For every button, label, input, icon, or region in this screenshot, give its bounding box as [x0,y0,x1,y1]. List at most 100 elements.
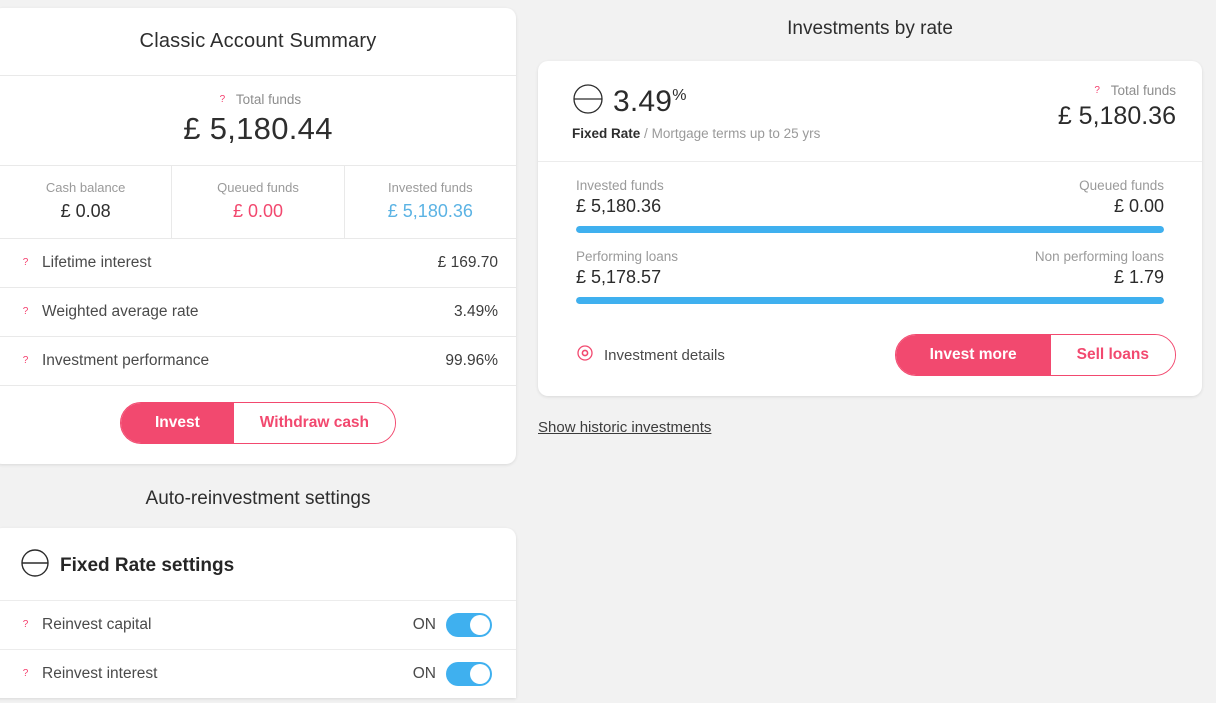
eye-icon [576,344,594,366]
row-label: Weighted average rate [42,303,199,320]
bar-values: £ 5,180.36 £ 0.00 [576,196,1164,217]
row-value: 3.49% [454,303,498,320]
column-label: Cash balance [45,180,126,195]
investment-bars: Invested funds Queued funds £ 5,180.36 £… [538,162,1202,326]
bar-left-label: Invested funds [576,178,664,193]
row-investment-performance: ? Investment performance 99.96% [0,337,516,386]
toggle-row-reinvest-interest: ? Reinvest interest ON [0,649,516,698]
column-value: £ 0.08 [60,201,111,221]
question-circle-icon[interactable]: ? [18,305,33,320]
balance-columns: Cash balance £ 0.08 Queued funds £ 0.00 … [0,166,516,239]
column-value: £ 0.00 [232,201,284,221]
reinvest-capital-toggle[interactable] [446,613,492,637]
toggle-label: Reinvest capital [42,616,152,633]
column-cash-balance: Cash balance £ 0.08 [0,166,171,238]
question-circle-icon[interactable]: ? [215,92,230,107]
bar-block-performing-loans: Performing loans Non performing loans £ … [576,249,1164,304]
classic-account-summary-card: Classic Account Summary ? Total funds £ … [0,8,516,464]
investments-by-rate-title: Investments by rate [787,18,953,39]
rate-card-actions: Investment details Invest more Sell loan… [538,326,1202,396]
summary-actions: Invest Withdraw cash [0,386,516,464]
question-circle-icon[interactable]: ? [18,667,33,682]
row-value: £ 169.70 [437,254,498,271]
invest-more-button[interactable]: Invest more [895,335,1051,375]
fixed-rate-settings-label: Fixed Rate settings [60,555,235,576]
bar-left-value: £ 5,180.36 [576,196,662,216]
column-queued-funds: Queued funds £ 0.00 [171,166,343,238]
row-label: Lifetime interest [42,254,152,271]
question-circle-icon[interactable]: ? [18,256,33,271]
question-circle-icon[interactable]: ? [1090,83,1105,98]
product-terms: Mortgage terms up to 25 yrs [651,126,821,141]
rate-card-header: 3.49% Fixed Rate / Mortgage terms up to … [538,61,1202,162]
fixed-rate-settings-header: Fixed Rate settings [0,528,516,600]
bar-values: £ 5,178.57 £ 1.79 [576,267,1164,288]
total-funds-value: £ 5,180.36 [1057,102,1176,130]
bar-block-invested-queued: Invested funds Queued funds £ 5,180.36 £… [576,178,1164,233]
circle-line-icon [572,83,604,120]
right-column: Investments by rate 3.49% Fixed Rate / M… [538,18,1202,437]
bar-right-label: Non performing loans [1034,249,1164,264]
toggle-control-group: ON [413,662,492,686]
fixed-rate-settings-card: Fixed Rate settings ? Reinvest capital O… [0,528,516,698]
toggle-state-label: ON [412,665,436,682]
invest-sell-button-group: Invest more Sell loans [894,334,1176,376]
row-weighted-average-rate: ? Weighted average rate 3.49% [0,288,516,337]
investments-by-rate-card: 3.49% Fixed Rate / Mortgage terms up to … [538,61,1202,396]
auto-reinvestment-section: Auto-reinvestment settings Fixed Rate se… [0,488,516,698]
withdraw-cash-button[interactable]: Withdraw cash [233,403,396,443]
progress-fill [576,226,1164,233]
row-label-group: ? Lifetime interest [18,254,152,272]
bar-right-label: Queued funds [1079,178,1164,193]
page-title: Classic Account Summary [0,8,516,76]
sell-loans-button[interactable]: Sell loans [1050,335,1175,375]
row-lifetime-interest: ? Lifetime interest £ 169.70 [0,239,516,288]
toggle-label-group: ? Reinvest interest [18,665,158,683]
progress-fill [576,297,1164,304]
product-separator: / [644,126,648,141]
row-label: Investment performance [42,352,210,369]
column-label: Invested funds [388,180,473,195]
rate-product-block: 3.49% Fixed Rate / Mortgage terms up to … [572,83,820,141]
reinvest-interest-toggle[interactable] [446,662,492,686]
total-funds-block: ? Total funds £ 5,180.44 [0,76,516,166]
bar-labels: Invested funds Queued funds [576,178,1164,193]
toggle-knob [470,664,490,684]
circle-line-icon [20,548,50,584]
bar-labels: Performing loans Non performing loans [576,249,1164,264]
progress-track [576,297,1164,304]
show-historic-investments-link[interactable]: Show historic investments [538,419,711,436]
column-invested-funds: Invested funds £ 5,180.36 [343,166,516,238]
question-circle-icon[interactable]: ? [18,354,33,369]
toggle-state-label: ON [412,616,436,633]
rate-total-funds-block: ? Total funds £ 5,180.36 [1058,83,1176,131]
toggle-knob [470,615,490,635]
rate-percentage-unit: % [672,86,687,104]
toggle-row-reinvest-capital: ? Reinvest capital ON [0,600,516,649]
bar-right-value: £ 1.79 [1113,267,1164,287]
toggle-label-group: ? Reinvest capital [18,616,152,634]
page-root: Classic Account Summary ? Total funds £ … [0,0,1216,703]
bar-right-value: £ 0.00 [1113,196,1164,216]
rate-percentage-number: 3.49 [613,84,673,118]
row-value: 99.96% [445,352,498,369]
rate-value-row: 3.49% [572,83,820,120]
product-name: Fixed Rate [572,126,641,141]
row-label-group: ? Weighted average rate [18,303,199,321]
row-label-group: ? Investment performance [18,352,209,370]
question-circle-icon[interactable]: ? [18,618,33,633]
rate-percentage: 3.49% [613,85,687,119]
invest-withdraw-button-group: Invest Withdraw cash [119,402,397,444]
rate-product-description: Fixed Rate / Mortgage terms up to 25 yrs [572,126,820,141]
auto-reinvestment-title: Auto-reinvestment settings [145,488,371,509]
total-funds-label-row: ? Total funds [1058,83,1176,98]
total-funds-label-row: ? Total funds [0,92,516,107]
bar-left-value: £ 5,178.57 [576,267,662,287]
invest-button[interactable]: Invest [120,403,234,443]
total-funds-value: £ 5,180.44 [183,111,333,146]
toggle-label: Reinvest interest [42,665,158,682]
column-value: £ 5,180.36 [387,201,473,221]
progress-track [576,226,1164,233]
investment-details-link[interactable]: Investment details [576,344,725,366]
left-column: Classic Account Summary ? Total funds £ … [0,8,516,464]
